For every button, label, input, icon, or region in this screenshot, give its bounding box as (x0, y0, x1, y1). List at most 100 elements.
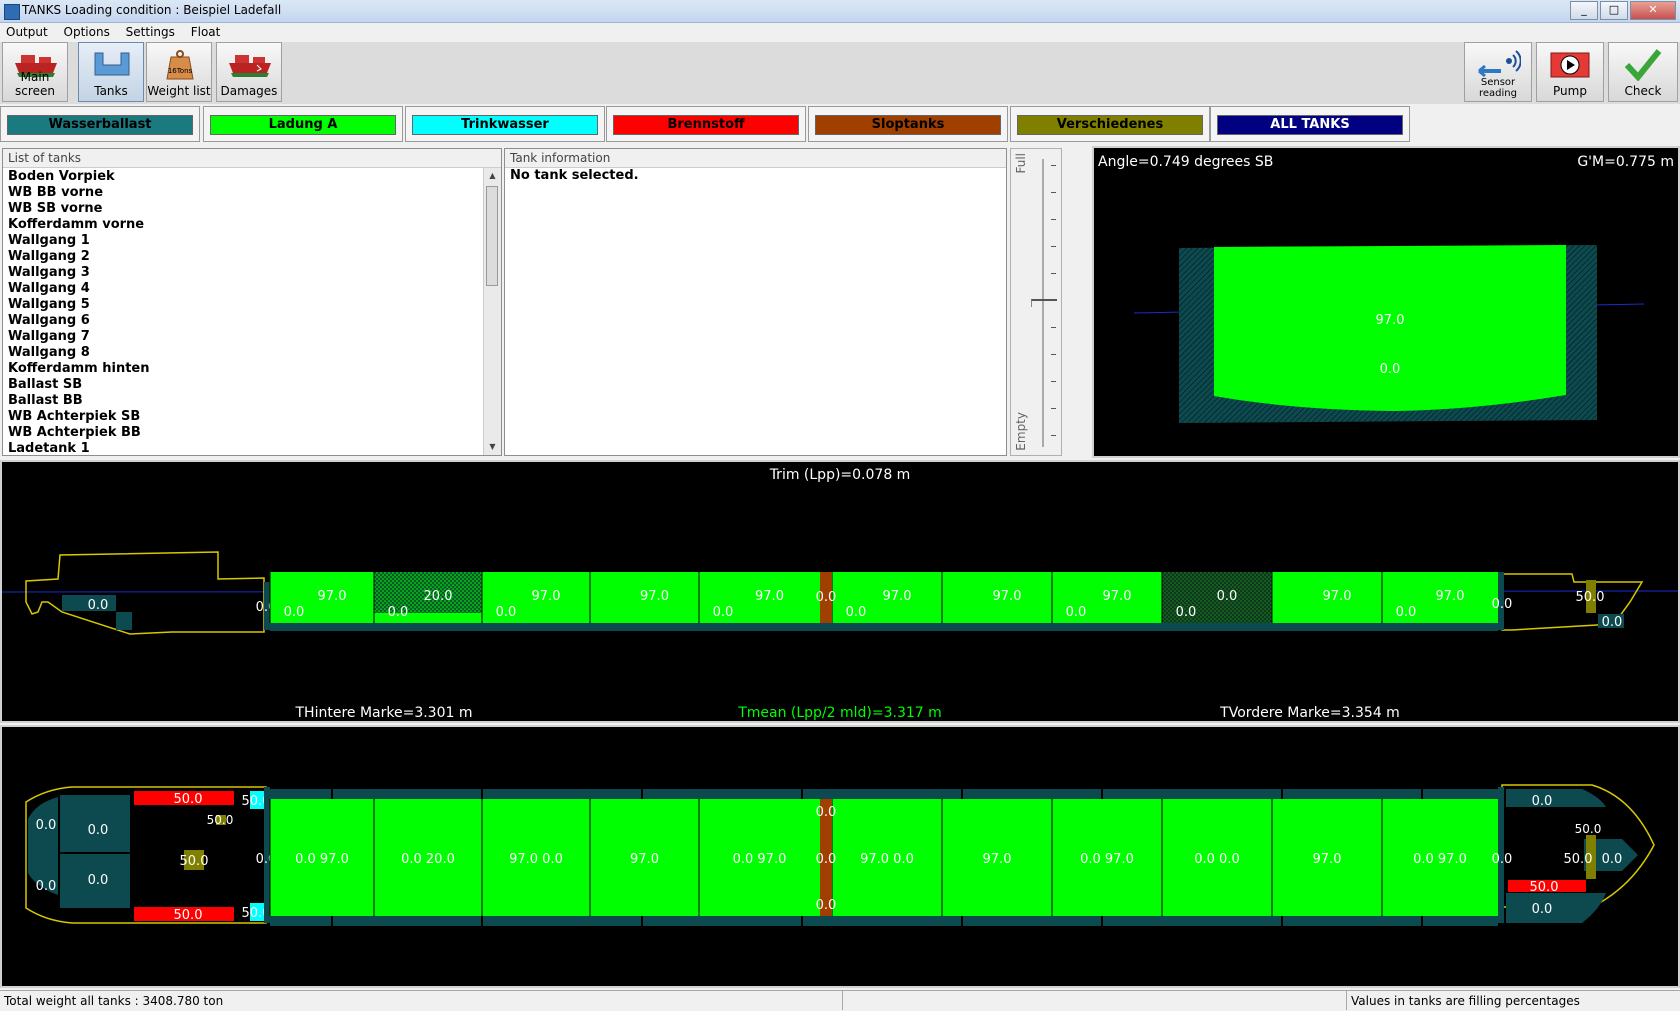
tank-list-item[interactable]: Wallgang 4 (3, 281, 501, 297)
tank-list-item[interactable]: Wallgang 2 (3, 249, 501, 265)
tank-info-header: Tank information (505, 149, 1006, 168)
title-bar: TANKS Loading condition : Beispiel Ladef… (0, 0, 1680, 23)
main-screen-button[interactable]: Main screen (2, 42, 68, 102)
tank-list-item[interactable]: Kofferdamm vorne (3, 217, 501, 233)
category-all-tanks[interactable]: ALL TANKS (1210, 106, 1410, 142)
bow-bottom-value: 0.0 (1602, 615, 1623, 630)
tank-list-item[interactable]: Ladetank 1 (3, 441, 501, 457)
fwd-cofferdam-plan-value: 0.0 (1492, 852, 1513, 867)
tank-list-item[interactable]: WB Achterpiek BB (3, 425, 501, 441)
pump-icon (1550, 52, 1590, 78)
cargo-tank-plan-value: 97.0 (630, 852, 659, 867)
tank-list-item[interactable]: Wallgang 1 (3, 233, 501, 249)
fwd-draft-mark: TVordere Marke=3.354 m (1219, 705, 1400, 721)
aft-peak-tank-lower[interactable] (116, 612, 132, 630)
tank-list-item[interactable]: WB BB vorne (3, 185, 501, 201)
category-label: ALL TANKS (1217, 115, 1403, 135)
weight-icon-text: 16Tons (168, 67, 193, 75)
category-trinkwasser[interactable]: Trinkwasser (405, 106, 605, 142)
tank-list-header: List of tanks (3, 149, 501, 168)
maximize-button[interactable]: □ (1600, 1, 1628, 20)
bow-tank-bb[interactable] (1506, 893, 1606, 923)
category-label: Ladung A (210, 115, 396, 135)
tank-list-item[interactable]: Boden Vorpiek (3, 169, 501, 185)
wing-tanks-bb[interactable] (270, 916, 1498, 926)
slop-plan-mid-value: 0.0 (816, 852, 837, 867)
tank-list-item[interactable]: Wallgang 5 (3, 297, 501, 313)
scroll-thumb[interactable] (486, 186, 498, 286)
fill-level-slider[interactable]: Full Empty (1010, 148, 1062, 463)
wing-tanks-sb[interactable] (270, 789, 1498, 799)
tank-list-item[interactable]: Wallgang 3 (3, 265, 501, 281)
slider-tick (1051, 273, 1056, 274)
cargo-tank-top-value: 97.0 (318, 589, 347, 604)
menu-bar: Output Options Settings Float (0, 23, 1680, 42)
cargo-tank-plan-value: 97.0 0.0 (860, 852, 914, 867)
bow-misc-right-value: 0.0 (1602, 852, 1623, 867)
close-button[interactable]: ✕ (1630, 1, 1676, 20)
cargo-tank-plan-value: 97.0 (1313, 852, 1342, 867)
tank-info-panel: Tank information No tank selected. (504, 148, 1007, 456)
status-spacer (842, 991, 1346, 1010)
weight-list-button[interactable]: 16Tons Weight list (146, 42, 212, 102)
tank-list-item[interactable]: WB Achterpiek SB (3, 409, 501, 425)
gm-readout: G'M=0.775 m (1577, 154, 1674, 170)
tank-list-item[interactable]: Wallgang 7 (3, 329, 501, 345)
menu-output[interactable]: Output (0, 23, 54, 39)
bow-tank-bb-value: 0.0 (1532, 902, 1553, 917)
tank-list-item[interactable]: Ballast BB (3, 393, 501, 409)
menu-float[interactable]: Float (185, 23, 227, 39)
tanks-label: Tanks (94, 84, 128, 98)
category-verschiedenes[interactable]: Verschiedenes (1010, 106, 1210, 142)
slider-tick (1051, 381, 1056, 382)
damages-button[interactable]: Damages (216, 42, 282, 102)
tank-list-item[interactable]: Ballast SB (3, 377, 501, 393)
scroll-up-icon[interactable]: ▲ (484, 168, 501, 184)
cargo-tank-plan-value: 0.0 97.0 (295, 852, 349, 867)
damages-label: Damages (220, 84, 278, 98)
cargo-tank-plan-value: 0.0 0.0 (1194, 852, 1239, 867)
slider-tick (1051, 408, 1056, 409)
waterline-right (1593, 303, 1645, 306)
section-fill-top: 97.0 (1376, 313, 1405, 328)
slop-tank-value: 0.0 (816, 590, 837, 605)
tank-list-item[interactable]: Wallgang 6 (3, 313, 501, 329)
bow-tank-sb[interactable] (1506, 789, 1606, 807)
filling-note-status: Values in tanks are filling percentages (1346, 991, 1680, 1010)
pump-button[interactable]: Pump (1536, 42, 1604, 102)
fwd-cofferdam-value: 0.0 (1492, 597, 1513, 612)
tank-list-item[interactable]: Kofferdamm hinten (3, 361, 501, 377)
category-wasserballast[interactable]: Wasserballast (0, 106, 200, 142)
weight-list-label: Weight list (147, 84, 211, 98)
tank-list-scrollbar[interactable]: ▲ ▼ (483, 168, 501, 455)
aft-peak-sb-value: 0.0 (88, 823, 109, 838)
slider-tick (1051, 435, 1056, 436)
pump-label: Pump (1553, 84, 1587, 98)
category-label: Verschiedenes (1017, 115, 1203, 135)
tanks-button[interactable]: Tanks (78, 42, 144, 102)
tank-list-item[interactable]: Wallgang 8 (3, 345, 501, 361)
stern-wing-bottom-value: 0.0 (36, 879, 57, 894)
tank-list: Boden Vorpiek WB BB vorne WB SB vorne Koffe… (3, 168, 501, 457)
minimize-button[interactable]: _ (1570, 1, 1598, 20)
cargo-tank-top-value: 97.0 (640, 589, 669, 604)
menu-options[interactable]: Options (58, 23, 116, 39)
category-label: Trinkwasser (412, 115, 598, 135)
scroll-down-icon[interactable]: ▼ (484, 439, 501, 455)
category-brennstoff[interactable]: Brennstoff (606, 106, 806, 142)
category-sloptanks[interactable]: Sloptanks (808, 106, 1008, 142)
category-ladung-a[interactable]: Ladung A (203, 106, 403, 142)
check-button[interactable]: Check (1608, 42, 1678, 102)
sensor-reading-button[interactable]: Sensor reading (1464, 42, 1532, 102)
cargo-tank-plan-value: 0.0 20.0 (401, 852, 455, 867)
bow-tank-sb-value: 0.0 (1532, 794, 1553, 809)
cargo-tank-top-value: 97.0 (993, 589, 1022, 604)
cargo-tank-top-value: 20.0 (424, 589, 453, 604)
stern-outline (25, 551, 265, 635)
aft-peak-bb-value: 0.0 (88, 873, 109, 888)
cargo-tank-top-value: 97.0 (532, 589, 561, 604)
category-label: Brennstoff (613, 115, 799, 135)
tank-list-item[interactable]: WB SB vorne (3, 201, 501, 217)
menu-settings[interactable]: Settings (120, 23, 181, 39)
aft-draft-mark: THintere Marke=3.301 m (295, 705, 473, 721)
